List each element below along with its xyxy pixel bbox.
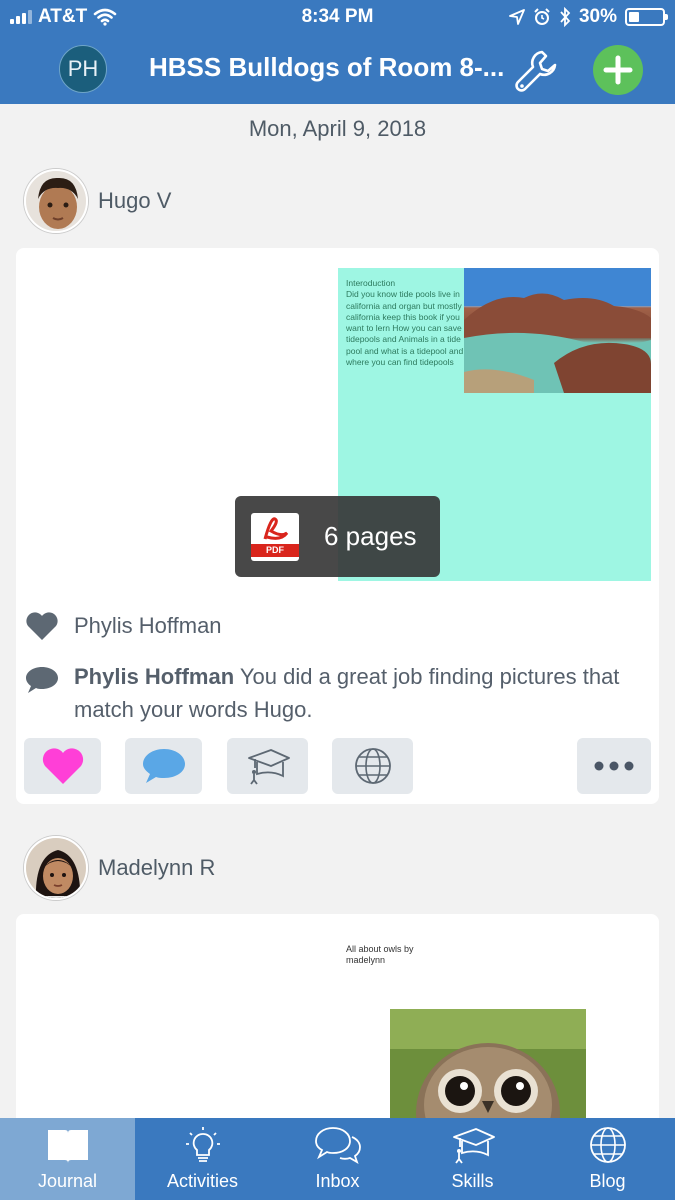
share-blog-button[interactable] [332,738,413,794]
tab-journal[interactable]: Journal [0,1118,135,1200]
tab-label: Blog [589,1171,626,1191]
globe-icon [354,748,391,784]
like-button[interactable] [24,738,101,794]
tab-blog[interactable]: Blog [540,1118,675,1200]
student-name: Hugo V [98,188,172,213]
user-avatar[interactable]: PH [59,45,107,93]
student-avatar[interactable] [24,836,88,900]
tab-label: Skills [451,1171,494,1191]
pdf-tag: PDF [251,543,299,557]
pdf-page-text: Interoduction Did you know tide pools li… [346,278,464,368]
speech-bubble-icon [26,667,58,693]
tab-bar: Journal Activities Inbox Skills Blog [0,1118,675,1200]
pdf-icon: PDF [251,512,299,561]
tab-label: Activities [166,1171,238,1191]
comment-author: Phylis Hoffman [74,664,235,689]
owl-photo [390,1009,586,1118]
post-author[interactable]: Madelynn R [24,836,215,900]
heart-icon [42,748,83,784]
pdf-pages-label: 6 pages [324,521,417,551]
top-bar: AT&T 8:34 PM 30% PH HBSS Bulldogs of Roo… [0,0,675,104]
status-bar: AT&T 8:34 PM 30% [0,0,675,34]
class-title[interactable]: HBSS Bulldogs of Room 8-... [149,52,509,83]
pdf-page-text: All about owls by madelynn [346,944,414,965]
pdf-page-count-badge[interactable]: PDF 6 pages [235,496,440,577]
alarm-icon [534,8,550,25]
location-arrow-icon [509,9,525,25]
graduation-cap-icon [452,1128,495,1164]
skills-button[interactable] [227,738,308,794]
battery-percent: 30% [578,6,617,27]
speech-bubble-icon [314,1127,361,1164]
likes-names: Phylis Hoffman [74,613,222,638]
post-card: Interoduction Did you know tide pools li… [16,248,659,804]
comment-row: Phylis Hoffman You did a great job findi… [24,660,644,726]
plus-icon [603,55,633,85]
bluetooth-icon [560,7,571,27]
tab-inbox[interactable]: Inbox [270,1118,405,1200]
add-post-button[interactable] [593,45,643,95]
graduation-cap-icon [247,749,290,785]
globe-icon [589,1127,626,1163]
student-name: Madelynn R [98,855,216,880]
comment-button[interactable] [125,738,202,794]
tab-label: Journal [37,1171,98,1191]
more-options-button[interactable] [577,738,651,794]
lightbulb-icon [185,1127,220,1162]
post-actions [24,738,651,796]
battery-icon [625,8,668,26]
wrench-icon[interactable] [512,44,564,96]
post-card: All about owls by madelynn [16,914,659,1118]
journal-date: Mon, April 9, 2018 [248,116,427,141]
heart-icon [26,612,58,640]
tide-pool-photo [464,268,651,393]
tab-skills[interactable]: Skills [405,1118,540,1200]
book-icon [47,1130,88,1163]
speech-bubble-icon [142,749,185,783]
post-author[interactable]: Hugo V [24,169,171,233]
more-icon [594,761,634,771]
likes-row: Phylis Hoffman [24,610,222,642]
tab-activities[interactable]: Activities [135,1118,270,1200]
tab-label: Inbox [315,1171,360,1191]
student-avatar[interactable] [24,169,88,233]
